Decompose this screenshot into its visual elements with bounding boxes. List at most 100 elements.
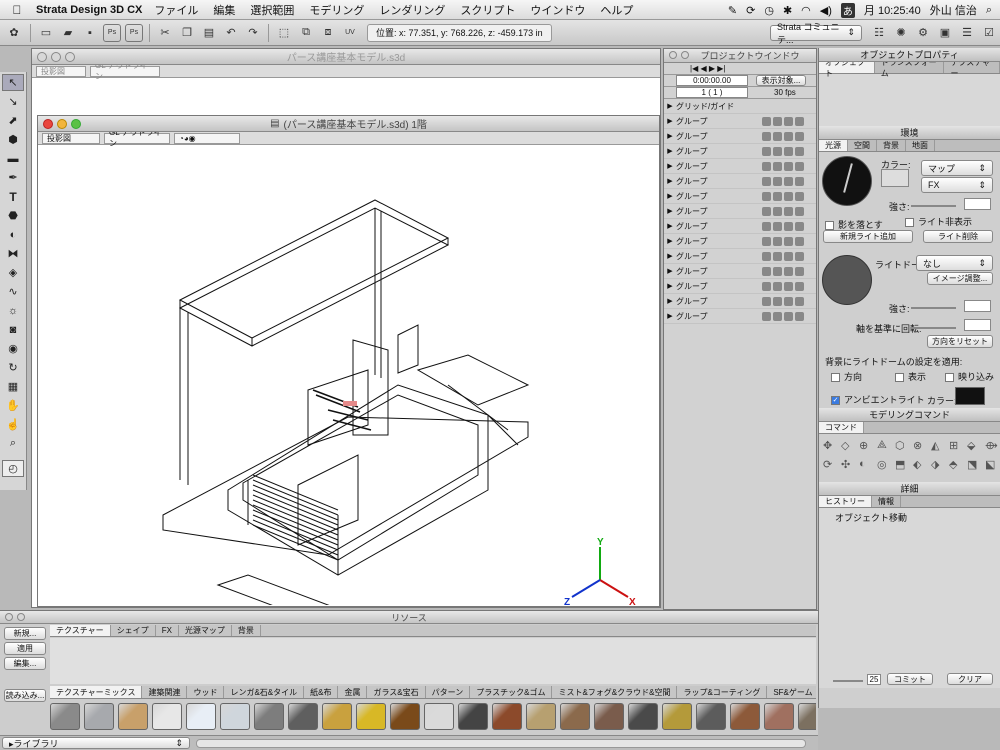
modeling-command-icon[interactable]: ⬙ xyxy=(967,439,983,455)
shadow-icon[interactable] xyxy=(795,116,804,126)
texture-swatch[interactable] xyxy=(458,703,488,730)
disclosure-triangle-icon[interactable]: ▶ xyxy=(664,192,676,200)
minimize-button[interactable] xyxy=(17,613,25,621)
menu-file[interactable]: ファイル xyxy=(154,2,198,18)
shadow-icon[interactable] xyxy=(795,311,804,321)
grid-icon[interactable]: ▦ xyxy=(2,378,24,395)
lock-icon[interactable] xyxy=(784,266,793,276)
project-titlebar[interactable]: プロジェクトウインドウ xyxy=(664,49,816,63)
render-icon[interactable] xyxy=(773,146,782,156)
modeling-command-icon[interactable]: ◭ xyxy=(931,439,947,455)
user-name[interactable]: 外山 信治 xyxy=(930,2,977,18)
eye-icon[interactable] xyxy=(762,131,771,141)
modeling-command-icon[interactable]: ◎ xyxy=(877,458,893,474)
tab-space[interactable]: 空間 xyxy=(848,140,877,151)
disclosure-triangle-icon[interactable]: ▶ xyxy=(664,177,676,185)
rewind-icon[interactable]: |◀ ◀ ▶ ▶| xyxy=(690,64,725,73)
render-icon[interactable] xyxy=(773,296,782,306)
render-icon[interactable] xyxy=(773,161,782,171)
photoshop-export-icon[interactable]: Ps xyxy=(125,23,143,42)
texture-swatch[interactable] xyxy=(628,703,658,730)
render-icon[interactable] xyxy=(773,281,782,291)
hand-icon[interactable]: ✋ xyxy=(2,397,24,414)
disclosure-triangle-icon[interactable]: ▶ xyxy=(664,102,676,110)
community-popup[interactable]: Strata コミュニテ... ⇕ xyxy=(770,22,862,45)
disclosure-triangle-icon[interactable]: ▶ xyxy=(664,237,676,245)
render-icon[interactable] xyxy=(773,116,782,126)
modeling-command-icon[interactable]: ◐ xyxy=(859,458,875,474)
option-reflect[interactable]: 映り込み xyxy=(945,370,994,383)
disclosure-triangle-icon[interactable]: ▶ xyxy=(664,207,676,215)
menu-selection[interactable]: 選択範囲 xyxy=(250,2,294,18)
disclosure-triangle-icon[interactable]: ▶ xyxy=(664,117,676,125)
light-color-swatch[interactable] xyxy=(881,169,909,187)
edit-resource-button[interactable]: 編集... xyxy=(4,657,46,670)
display-objects-button[interactable]: 表示対象... xyxy=(756,75,806,86)
dome-strength-slider[interactable] xyxy=(911,307,956,309)
apply-resource-button[interactable]: 適用 xyxy=(4,642,46,655)
history-slider[interactable] xyxy=(833,680,863,682)
texture-category-tab[interactable]: 建築関連 xyxy=(142,686,188,698)
reshape-icon[interactable]: ⬈ xyxy=(2,112,24,129)
project-group-row[interactable]: ▶ グループ xyxy=(664,114,816,129)
shadow-icon[interactable] xyxy=(795,146,804,156)
detail-titlebar[interactable]: 詳細 xyxy=(819,482,1000,496)
project-group-row[interactable]: ▶ グループ xyxy=(664,264,816,279)
texture-swatch[interactable] xyxy=(322,703,352,730)
render-icon[interactable] xyxy=(773,131,782,141)
render-icon[interactable] xyxy=(773,251,782,261)
modeling-command-icon[interactable]: ⊗ xyxy=(913,439,929,455)
tab-shape[interactable]: シェイプ xyxy=(111,625,156,636)
eye-icon[interactable] xyxy=(762,161,771,171)
texture-swatch[interactable] xyxy=(560,703,590,730)
front-window-titlebar[interactable]: ▤ (パース講座基本モデル.s3d) 1階 xyxy=(38,116,659,132)
history-item[interactable]: オブジェクト移動 xyxy=(835,511,907,524)
disclosure-triangle-icon[interactable]: ▶ xyxy=(664,147,676,155)
light-bulb-icon[interactable]: ☼ xyxy=(2,302,24,319)
texture-category-tab[interactable]: ウッド xyxy=(187,686,225,698)
disclosure-triangle-icon[interactable]: ▶ xyxy=(664,132,676,140)
add-light-button[interactable]: 新規ライト追加 xyxy=(823,230,913,243)
rotate-slider[interactable] xyxy=(911,327,956,329)
render-camera-icon[interactable]: ◉ xyxy=(2,340,24,357)
zoom-button[interactable] xyxy=(71,119,81,129)
paste-icon[interactable]: ▤ xyxy=(200,24,218,42)
eye-icon[interactable] xyxy=(762,206,771,216)
input-mode-indicator[interactable]: あ xyxy=(840,2,855,18)
texture-swatch[interactable] xyxy=(730,703,760,730)
texture-category-tab[interactable]: プラスチック&ゴム xyxy=(470,686,553,698)
lock-icon[interactable] xyxy=(784,281,793,291)
minimize-button[interactable] xyxy=(57,119,67,129)
texture-category-tab[interactable]: 紙&布 xyxy=(304,686,339,698)
disclosure-triangle-icon[interactable]: ▶ xyxy=(664,162,676,170)
rotate-view-icon[interactable]: ↻ xyxy=(2,359,24,376)
texture-swatch[interactable] xyxy=(50,703,80,730)
camera-icon[interactable]: ◙ xyxy=(2,321,24,338)
select-arrow-icon[interactable]: ↖ xyxy=(2,74,24,91)
open-folder-icon[interactable]: ▰ xyxy=(59,24,77,42)
checkbox[interactable] xyxy=(831,373,840,383)
shadow-icon[interactable] xyxy=(795,266,804,276)
zoom-button[interactable] xyxy=(65,52,75,62)
tab-light[interactable]: 光源 xyxy=(819,140,848,151)
texture-category-tab[interactable]: 金属 xyxy=(338,686,368,698)
library-scrollbar[interactable] xyxy=(196,738,806,748)
modeling-command-icon[interactable]: ⟳ xyxy=(823,458,839,474)
eyedropper-icon[interactable]: ◴ xyxy=(2,460,24,477)
modeling-command-icon[interactable]: ⬒ xyxy=(895,458,911,474)
frame-field[interactable]: 1 ( 1 ) xyxy=(676,87,748,98)
render-icon[interactable] xyxy=(773,236,782,246)
tab-light-map[interactable]: 光源マップ xyxy=(179,625,232,636)
tab-object[interactable]: オブジェクト xyxy=(819,58,875,78)
app-name-menu[interactable]: Strata Design 3D CX xyxy=(36,4,142,16)
disclosure-triangle-icon[interactable]: ▶ xyxy=(664,312,676,320)
render-icon[interactable] xyxy=(773,266,782,276)
tab-command[interactable]: コマンド xyxy=(819,422,864,433)
menu-edit[interactable]: 編集 xyxy=(213,2,235,18)
modeling-command-icon[interactable]: ⬡ xyxy=(895,439,911,455)
light-direction-sphere[interactable] xyxy=(822,156,872,206)
texture-category-tab[interactable]: パターン xyxy=(426,686,471,698)
frame-icon[interactable]: ⬚ xyxy=(275,24,293,42)
texture-swatch[interactable] xyxy=(594,703,624,730)
shadow-icon[interactable] xyxy=(795,296,804,306)
